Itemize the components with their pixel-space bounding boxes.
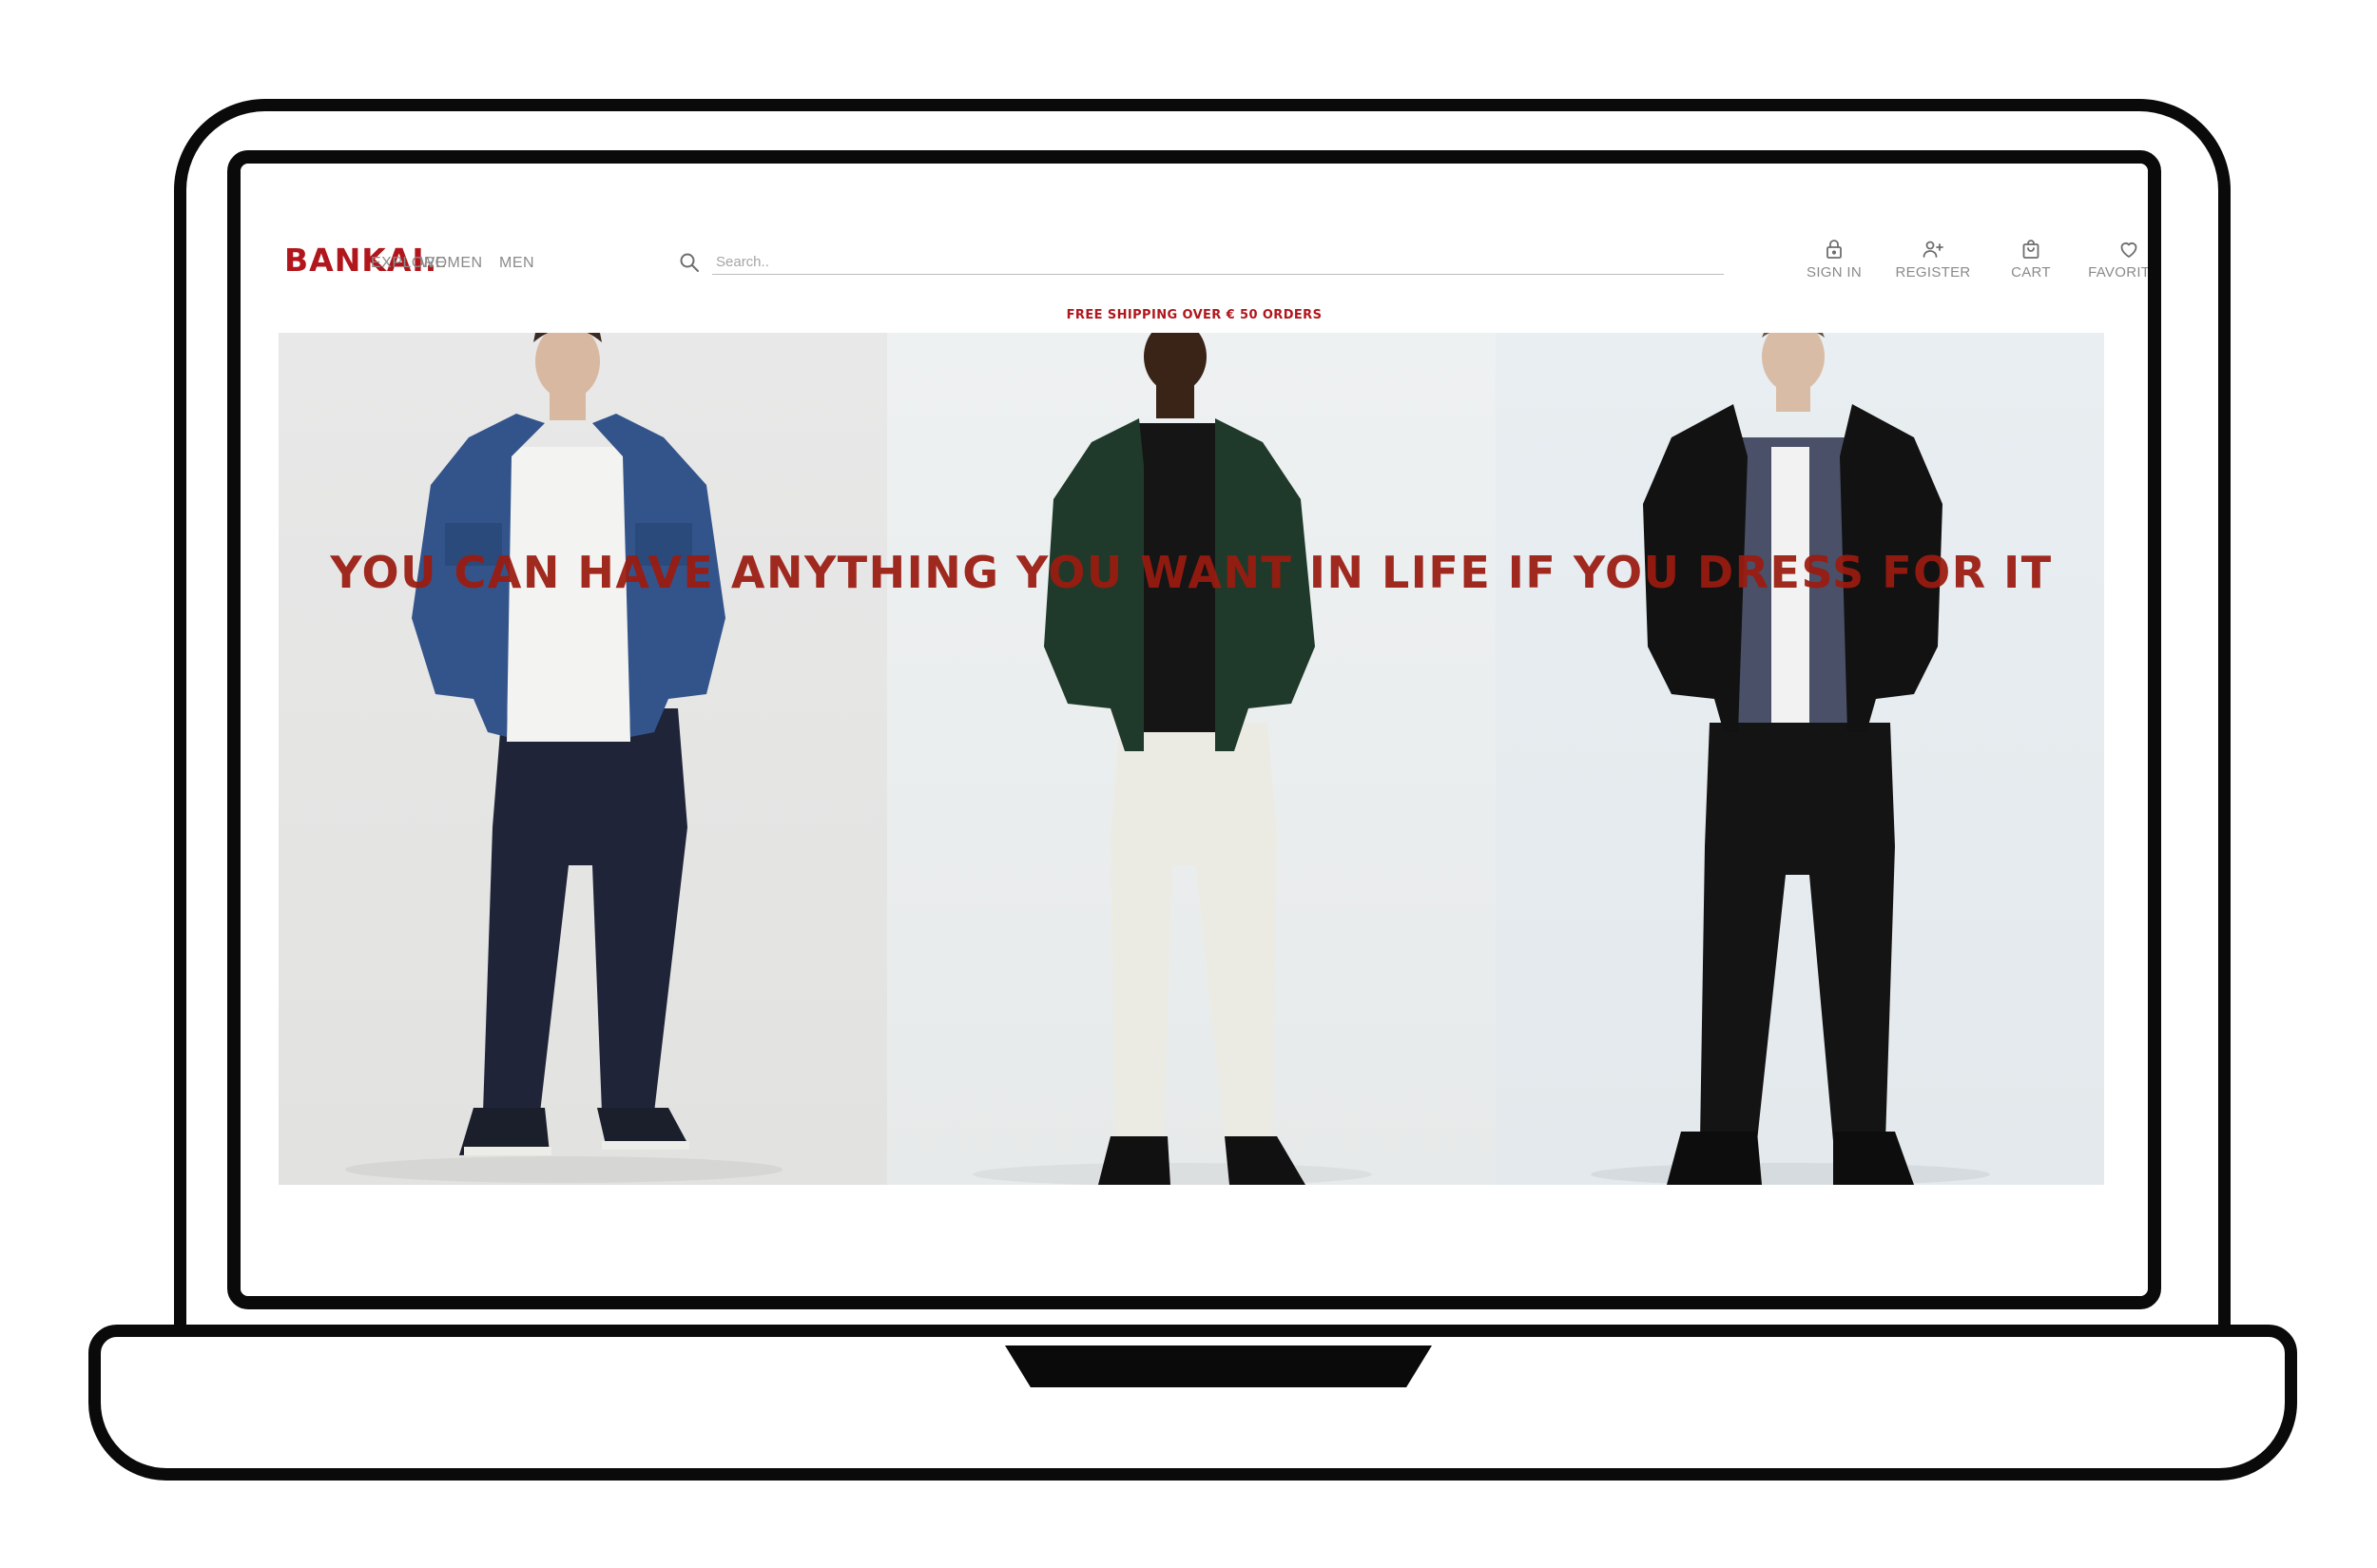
register-button[interactable]: REGISTER xyxy=(1881,238,1985,281)
hero-image-green-jacket[interactable] xyxy=(887,333,1496,1185)
free-shipping-banner: FREE SHIPPING OVER € 50 ORDERS xyxy=(1066,308,1323,322)
user-plus-icon xyxy=(1923,241,1943,258)
favorites-button[interactable]: FAVORITES xyxy=(2077,238,2160,281)
laptop-screen-bezel: BANKAI. EXPLORE WOMEN MEN SIGN IN xyxy=(227,150,2161,1309)
cart-button[interactable]: CART xyxy=(1979,238,2083,281)
heart-icon xyxy=(2120,242,2137,258)
sign-in-label: SIGN IN xyxy=(1807,264,1862,281)
nav-item-men[interactable]: MEN xyxy=(499,255,534,272)
favorites-label: FAVORITES xyxy=(2088,264,2160,281)
lock-icon xyxy=(1826,240,1842,259)
hero-banner[interactable] xyxy=(279,333,2104,1185)
nav-item-women[interactable]: WOMEN xyxy=(420,255,483,272)
website-screen: BANKAI. EXPLORE WOMEN MEN SIGN IN xyxy=(241,164,2148,1296)
shopping-bag-icon xyxy=(2022,240,2039,259)
register-label: REGISTER xyxy=(1895,264,1971,281)
search-icon[interactable] xyxy=(678,251,701,274)
hero-image-puffer-jacket[interactable] xyxy=(1496,333,2104,1185)
search-input[interactable] xyxy=(712,250,1724,275)
sign-in-button[interactable]: SIGN IN xyxy=(1782,238,1886,281)
laptop-notch xyxy=(1005,1345,1432,1387)
laptop-mockup: BANKAI. EXPLORE WOMEN MEN SIGN IN xyxy=(0,0,2377,1568)
cart-label: CART xyxy=(2011,264,2051,281)
hero-image-denim-jacket[interactable] xyxy=(279,333,887,1185)
